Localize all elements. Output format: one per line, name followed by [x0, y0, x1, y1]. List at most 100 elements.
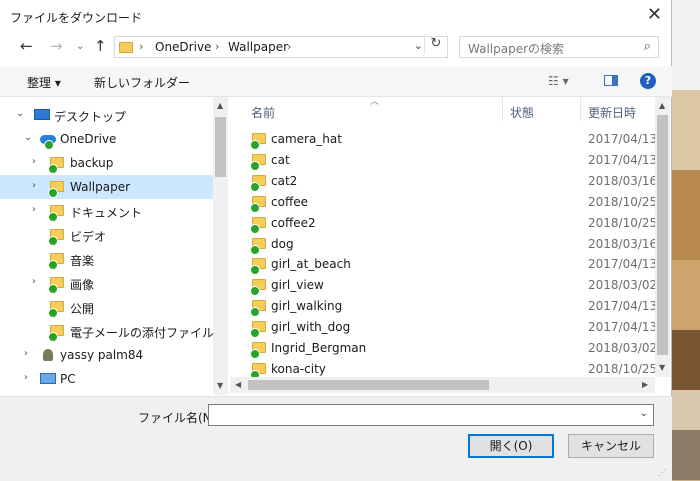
list-item[interactable]: coffee 2018/10/25 1 — [230, 191, 657, 213]
tree-item-documents[interactable]: › ドキュメント — [0, 199, 213, 223]
organize-button[interactable]: 整理 ▾ — [27, 74, 61, 91]
scroll-up-icon[interactable]: ▲ — [217, 101, 223, 110]
search-placeholder: Wallpaperの検索 — [468, 42, 565, 56]
file-date: 2018/03/02 1 — [588, 278, 657, 293]
list-scrollbar[interactable]: ▲ ▼ — [655, 97, 670, 377]
filename-input[interactable]: ⌄ — [208, 404, 654, 426]
column-name[interactable]: 名前 — [251, 104, 275, 121]
chevron-right-icon[interactable]: › — [24, 348, 28, 359]
tree-item-music[interactable]: 音楽 — [0, 247, 213, 271]
file-date: 2018/10/25 1 — [588, 215, 657, 230]
preview-pane-icon[interactable] — [604, 75, 618, 86]
breadcrumb-separator[interactable]: › — [139, 40, 143, 53]
list-item[interactable]: coffee2 2018/10/25 1 — [230, 212, 657, 234]
sync-check-icon — [48, 164, 58, 174]
breadcrumb-separator[interactable]: › — [287, 40, 291, 53]
file-date: 2017/04/13 1 — [588, 152, 657, 167]
column-divider[interactable] — [580, 97, 581, 121]
tree-item-label: デスクトップ — [54, 110, 127, 124]
list-item[interactable]: girl_at_beach 2017/04/13 1 — [230, 253, 657, 276]
column-status[interactable]: 状態 — [510, 104, 534, 121]
forward-arrow-icon[interactable]: → — [50, 37, 63, 55]
chevron-right-icon[interactable]: › — [24, 372, 28, 383]
file-date: 2017/04/13 1 — [588, 257, 657, 272]
tree-item-label: ビデオ — [70, 230, 107, 244]
breadcrumb-onedrive[interactable]: OneDrive — [155, 40, 211, 54]
file-name: girl_view — [271, 278, 324, 293]
address-dropdown-icon[interactable]: ⌄ — [414, 39, 423, 52]
scroll-down-icon[interactable]: ▼ — [217, 381, 223, 390]
file-date: 2018/10/25 1 — [588, 361, 657, 376]
scroll-thumb[interactable] — [248, 380, 489, 390]
resize-grip-icon[interactable]: ⋰ — [658, 468, 666, 477]
dialog-footer: ファイル名(N): ⌄ 開く(O) キャンセル ⋰ — [0, 396, 672, 481]
file-date: 2018/03/16 1 — [588, 236, 657, 251]
sync-check-icon — [48, 260, 58, 270]
refresh-icon[interactable]: ↻ — [424, 34, 447, 54]
window-title: ファイルをダウンロード — [10, 11, 143, 25]
close-icon[interactable]: ✕ — [647, 6, 662, 24]
column-divider[interactable] — [502, 97, 503, 121]
list-item[interactable]: Ingrid_Bergman 2018/03/02 1 — [230, 337, 657, 359]
up-arrow-icon[interactable]: ↑ — [94, 37, 107, 55]
scroll-left-icon[interactable]: ◀ — [235, 380, 241, 389]
sync-check-icon — [250, 369, 260, 377]
tree-item-wallpaper[interactable]: › Wallpaper — [0, 175, 213, 199]
tree-item-videos[interactable]: ビデオ — [0, 223, 213, 247]
tree-item-pictures[interactable]: › 画像 — [0, 271, 213, 295]
filename-dropdown-icon[interactable]: ⌄ — [640, 408, 648, 419]
search-box[interactable]: Wallpaperの検索 ⌕ — [459, 36, 659, 58]
list-item[interactable]: kona-city 2018/10/25 1 — [230, 358, 657, 377]
tree-item-public[interactable]: 公開 — [0, 295, 213, 319]
sync-check-icon — [44, 140, 54, 150]
chevron-down-icon[interactable]: ⌄ — [16, 108, 24, 119]
chevron-down-icon[interactable]: ⌄ — [24, 132, 32, 143]
list-item[interactable]: girl_with_dog 2017/04/13 1 — [230, 316, 657, 339]
scroll-up-icon[interactable]: ▲ — [659, 101, 665, 110]
list-item[interactable]: camera_hat 2017/04/13 1 — [230, 128, 657, 150]
list-item[interactable]: girl_walking 2017/04/13 1 — [230, 295, 657, 318]
scroll-down-icon[interactable]: ▼ — [659, 363, 665, 372]
chevron-right-icon[interactable]: › — [32, 156, 36, 167]
new-folder-button[interactable]: 新しいフォルダー — [94, 74, 190, 91]
scroll-right-icon[interactable]: ▶ — [642, 380, 648, 389]
recent-locations-icon[interactable]: ⌄ — [76, 41, 84, 52]
back-arrow-icon[interactable]: ← — [20, 37, 33, 55]
column-headers: ︿ 名前 状態 更新日時 — [230, 97, 657, 121]
tree-item-backup[interactable]: › backup — [0, 151, 213, 175]
list-item[interactable]: girl_view 2018/03/02 1 — [230, 274, 657, 297]
file-name: dog — [271, 236, 294, 251]
breadcrumb-separator[interactable]: › — [215, 40, 219, 53]
file-name: kona-city — [271, 361, 326, 376]
open-button[interactable]: 開く(O) — [468, 434, 554, 458]
tree-scrollbar[interactable]: ▲ ▼ — [213, 97, 228, 395]
command-toolbar: 整理 ▾ 新しいフォルダー ☷ ▾ ? — [0, 66, 672, 97]
help-icon[interactable]: ? — [640, 73, 656, 89]
tree-item-desktop[interactable]: ⌄ デスクトップ — [0, 103, 213, 127]
list-item[interactable]: cat2 2018/03/16 1 — [230, 170, 657, 192]
breadcrumb-wallpaper[interactable]: Wallpaper — [228, 40, 288, 54]
list-horizontal-scrollbar[interactable]: ◀ ▶ — [230, 377, 655, 393]
column-date[interactable]: 更新日時 — [588, 104, 636, 121]
search-icon[interactable]: ⌕ — [644, 39, 651, 54]
scroll-thumb[interactable] — [657, 115, 668, 355]
file-date: 2017/04/13 1 — [588, 299, 657, 314]
cancel-button[interactable]: キャンセル — [568, 434, 654, 458]
scroll-thumb[interactable] — [215, 117, 226, 177]
list-item[interactable]: cat 2017/04/13 1 — [230, 149, 657, 171]
tree-item-email-attachments[interactable]: 電子メールの添付ファイル — [0, 319, 213, 343]
tree-item-user[interactable]: › yassy palm84 — [0, 343, 213, 367]
sync-check-icon — [48, 308, 58, 318]
view-options-icon[interactable]: ☷ ▾ — [548, 74, 569, 88]
address-bar[interactable]: › OneDrive › Wallpaper › ⌄ — [114, 36, 448, 58]
chevron-right-icon[interactable]: › — [32, 204, 36, 215]
download-dialog: ファイルをダウンロード ✕ ← → ⌄ ↑ › OneDrive › Wallp… — [0, 0, 672, 481]
tree-item-onedrive[interactable]: ⌄ OneDrive — [0, 127, 213, 151]
chevron-right-icon[interactable]: › — [32, 180, 36, 191]
chevron-right-icon[interactable]: › — [32, 276, 36, 287]
list-item[interactable]: dog 2018/03/16 1 — [230, 233, 657, 255]
file-date: 2018/10/25 1 — [588, 194, 657, 209]
file-name: girl_with_dog — [271, 320, 351, 335]
file-name: girl_at_beach — [271, 257, 351, 272]
tree-item-pc[interactable]: › PC — [0, 367, 213, 391]
